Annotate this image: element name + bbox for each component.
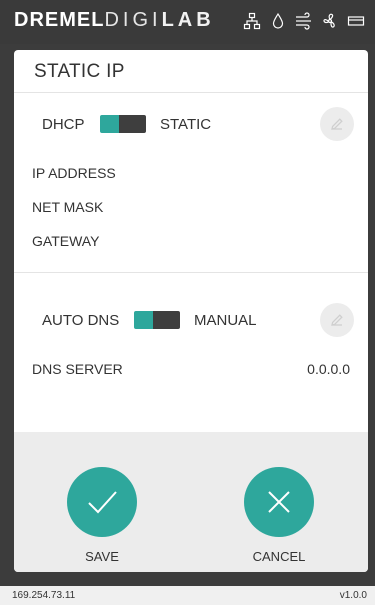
divider (14, 92, 368, 93)
ip-mode-toggle[interactable] (100, 115, 146, 133)
brand-part-digi: DIGI (104, 9, 162, 31)
pencil-icon (331, 314, 343, 326)
net-mask-label: NET MASK (32, 199, 104, 215)
static-ip-dialog: STATIC IP DHCP STATIC IP ADDRESS NET MAS… (14, 50, 368, 572)
ip-address-label: IP ADDRESS (32, 165, 116, 181)
dialog-actions: SAVE CANCEL (14, 432, 368, 572)
save-label: SAVE (85, 549, 119, 564)
status-bar: 169.254.73.11 v1.0.0 (0, 586, 375, 605)
checkmark-icon (88, 491, 117, 514)
cancel-label: CANCEL (252, 549, 306, 564)
cancel-button[interactable] (244, 467, 314, 537)
brand-part-dremel: DREMEL (14, 9, 105, 31)
dns-mode-toggle[interactable] (134, 311, 180, 329)
cancel-action[interactable]: CANCEL (229, 467, 329, 564)
brand-part-lab: LAB (161, 9, 215, 31)
toggle-knob (100, 115, 119, 133)
divider (14, 272, 368, 273)
save-button[interactable] (67, 467, 137, 537)
edit-dns-button[interactable] (320, 303, 354, 337)
dns-server-value[interactable]: 0.0.0.0 (307, 361, 350, 377)
airflow-icon (295, 12, 313, 30)
drop-icon (269, 12, 287, 30)
manual-label: MANUAL (194, 312, 257, 329)
edit-ip-button[interactable] (320, 107, 354, 141)
gateway-label: GATEWAY (32, 233, 100, 249)
static-label: STATIC (160, 116, 212, 133)
network-icon (243, 12, 261, 30)
filament-icon (347, 12, 365, 30)
brand-logo: DREMELDIGILAB (14, 9, 215, 32)
version-label: v1.0.0 (339, 590, 367, 601)
ip-address-status: 169.254.73.11 (12, 590, 76, 601)
dhcp-label: DHCP (42, 116, 85, 133)
fan-icon (321, 12, 339, 30)
close-icon (268, 491, 290, 513)
dns-server-label: DNS SERVER (32, 361, 123, 377)
dialog-title: STATIC IP (34, 61, 125, 82)
toggle-track (153, 311, 180, 329)
pencil-icon (331, 118, 343, 130)
top-header: DREMELDIGILAB (0, 0, 375, 44)
toggle-knob (134, 311, 153, 329)
header-status-icons (243, 12, 365, 30)
save-action[interactable]: SAVE (52, 467, 152, 564)
auto-dns-label: AUTO DNS (42, 312, 120, 329)
toggle-track (119, 115, 146, 133)
